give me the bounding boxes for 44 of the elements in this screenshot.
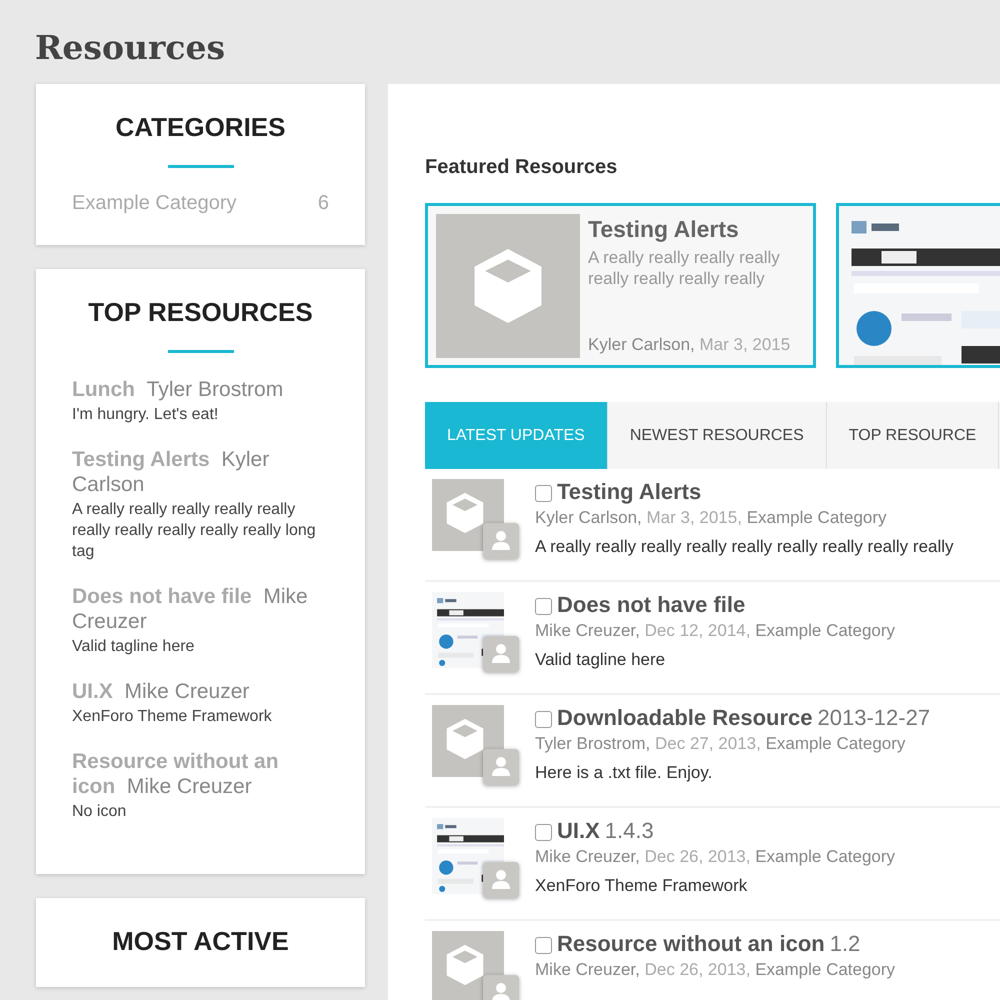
section-heading: Featured Resources — [425, 156, 618, 179]
category-count: 6 — [318, 192, 329, 215]
resource-meta: Mike Creuzer, Dec 26, 2013, Example Category — [535, 847, 896, 867]
resource-version: 1.4.3 — [604, 818, 654, 844]
resource-title[interactable]: Does not have file — [557, 592, 746, 618]
resource-tagline: XenForo Theme Framework — [72, 707, 273, 727]
resource-title[interactable]: Testing Alerts Kyler Carlson — [72, 447, 329, 497]
card-heading: TOP RESOURCES — [87, 297, 314, 328]
resource-title[interactable]: Resource without an icon — [557, 931, 825, 957]
resource-tagline: No icon — [72, 802, 128, 822]
checkbox[interactable] — [535, 711, 552, 728]
checkbox[interactable] — [535, 485, 552, 502]
resource-description: XenForo Theme Framework — [535, 876, 748, 896]
resource-title[interactable]: UI.X Mike Creuzer — [72, 679, 329, 704]
resource-meta: Mike Creuzer, Dec 26, 2013, Example Category — [535, 960, 896, 980]
resource-meta: Tyler Brostrom, Dec 27, 2013, Example Category — [535, 734, 906, 754]
checkbox[interactable] — [535, 598, 552, 615]
resource-description: Valid tagline here — [535, 650, 666, 670]
resource-meta: Mike Creuzer, Dec 12, 2014, Example Category — [535, 621, 896, 641]
resource-title[interactable]: Lunch Tyler Brostrom — [72, 377, 329, 402]
resource-tagline: A really really really really really really really really really really long tag — [72, 500, 317, 562]
featured-card[interactable]: Testing Alerts A really really really really really really really really Kyler Carlson, Mar 3, 2015 — [425, 203, 816, 368]
resource-title[interactable]: Resource without an icon Mike Creuzer — [72, 749, 329, 799]
featured-description: A really really really really really really really really — [588, 247, 781, 289]
resource-tagline: Valid tagline here — [72, 637, 196, 657]
resource-version: 1.2 — [830, 931, 860, 957]
resource-description: A really really really really really really really really really — [535, 537, 954, 557]
resource-title[interactable]: Testing Alerts — [557, 479, 702, 505]
featured-title: Testing Alerts — [588, 216, 740, 243]
checkbox[interactable] — [535, 937, 552, 954]
avatar-icon — [483, 862, 519, 898]
card-heading: MOST ACTIVE — [111, 926, 290, 957]
checkbox[interactable] — [535, 824, 552, 841]
featured-byline: Kyler Carlson, Mar 3, 2015 — [588, 335, 792, 355]
resource-tagline: I'm hungry. Let's eat! — [72, 405, 220, 425]
resource-meta: Kyler Carlson, Mar 3, 2015, Example Category — [535, 508, 888, 528]
resource-title[interactable]: Does not have file Mike Creuzer — [72, 584, 329, 634]
card-heading: CATEGORIES — [114, 112, 286, 143]
resource-title[interactable]: UI.X — [557, 818, 600, 844]
page-title: Resources — [34, 27, 226, 69]
avatar-icon — [483, 636, 519, 672]
resource-version: 2013-12-27 — [818, 705, 930, 731]
resource-description: Here is a .txt file. Enjoy. — [535, 763, 714, 783]
resource-title[interactable]: Downloadable Resource — [557, 705, 813, 731]
